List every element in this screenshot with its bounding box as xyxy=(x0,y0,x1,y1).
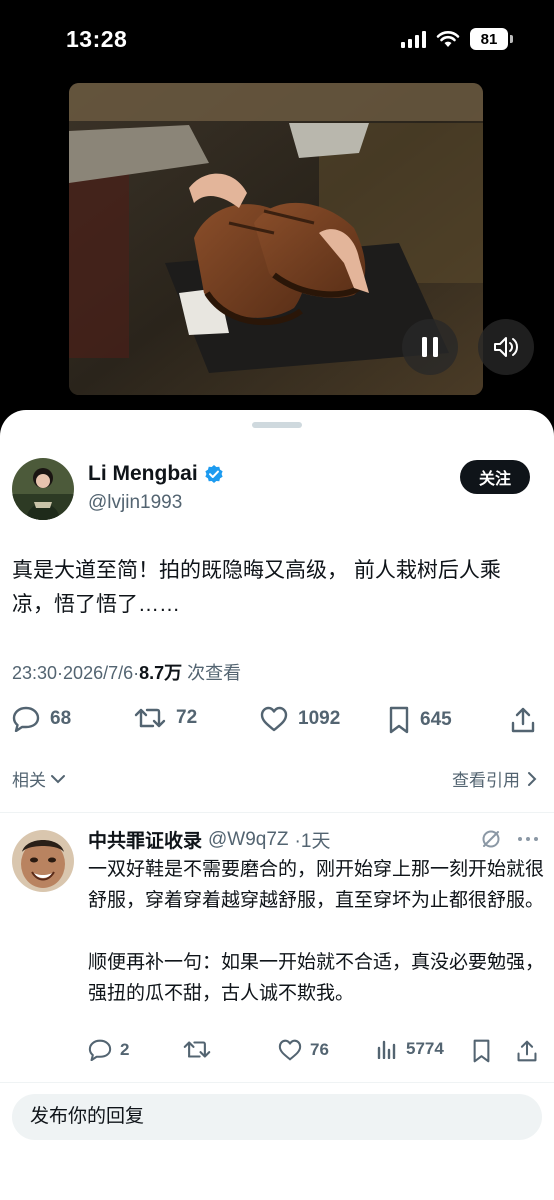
author-avatar[interactable] xyxy=(12,458,74,520)
author-name[interactable]: Li Mengbai xyxy=(88,462,198,486)
pause-icon xyxy=(422,337,438,357)
volume-icon xyxy=(494,337,518,357)
retweet-icon xyxy=(134,708,166,728)
reply-avatar-image xyxy=(12,830,74,892)
reply-like-count: 76 xyxy=(310,1040,329,1059)
reply-paragraph: 一双好鞋是不需要磨合的，刚开始穿上那一刻开始就很舒服，穿着穿着越穿越舒服，直至穿… xyxy=(88,859,545,911)
tweet-video[interactable] xyxy=(69,83,483,395)
follow-button[interactable]: 关注 xyxy=(460,460,530,494)
reply-input[interactable] xyxy=(12,1094,542,1140)
tweet-actions: 68 72 1092 645 xyxy=(12,706,542,736)
status-icons: 81 xyxy=(401,28,513,50)
bookmark-action[interactable]: 645 xyxy=(388,706,452,734)
reply-like-action[interactable]: 76 xyxy=(278,1039,329,1061)
views-count: 8.7万 xyxy=(139,663,183,683)
like-action[interactable]: 1092 xyxy=(260,706,340,732)
related-button[interactable]: 相关 xyxy=(12,766,66,791)
verified-badge-icon xyxy=(205,465,223,483)
share-action[interactable] xyxy=(510,706,536,734)
chevron-right-icon xyxy=(528,771,537,786)
sheet-drag-handle[interactable] xyxy=(252,422,302,428)
reply-actions: 2 76 5774 xyxy=(88,1039,543,1065)
reply-action[interactable]: 68 xyxy=(12,706,71,732)
tweet-meta: 23:30·2026/7/6·8.7万 次查看 xyxy=(12,659,241,685)
author-name-row[interactable]: Li Mengbai xyxy=(88,462,224,486)
bookmark-icon xyxy=(473,1039,490,1063)
view-quotes-label: 查看引用 xyxy=(452,771,520,790)
pause-button[interactable] xyxy=(402,319,458,375)
share-icon xyxy=(517,1040,537,1062)
reply-bookmark-action[interactable] xyxy=(472,1039,491,1063)
reply-icon xyxy=(88,1039,112,1061)
tweet-text: 真是大道至简！拍的既隐晦又高级， 前人栽树后人乘凉，悟了悟了…… xyxy=(12,559,501,616)
chevron-down-icon xyxy=(51,774,65,783)
view-quotes-link[interactable]: 查看引用 xyxy=(452,766,538,791)
reply-icon xyxy=(12,706,40,732)
battery-icon: 81 xyxy=(470,28,513,50)
author-avatar-image xyxy=(12,458,74,520)
divider xyxy=(0,812,554,813)
reply-author-avatar[interactable] xyxy=(12,830,74,892)
reply-count: 68 xyxy=(50,708,72,729)
battery-level: 81 xyxy=(480,30,498,48)
reply-retweet-action[interactable] xyxy=(183,1039,211,1060)
like-icon xyxy=(260,706,288,732)
retweet-icon xyxy=(183,1041,211,1058)
reply-author-handle[interactable]: @W9q7Z xyxy=(208,829,289,851)
views-chart-icon xyxy=(377,1040,396,1059)
like-icon xyxy=(278,1039,302,1061)
reply-paragraph: 顺便再补一句：如果一开始就不合适，真没必要勉强，强扭的瓜不甜，古人诚不欺我。 xyxy=(88,952,545,1004)
reply-reply-action[interactable]: 2 xyxy=(88,1039,129,1061)
views-label: 次查看 xyxy=(187,663,242,683)
status-bar: 13:28 81 xyxy=(0,0,554,80)
share-icon xyxy=(511,707,535,733)
divider xyxy=(0,1082,554,1083)
volume-button[interactable] xyxy=(478,319,534,375)
reply-compose-box[interactable] xyxy=(12,1094,542,1140)
reply-views-action[interactable]: 5774 xyxy=(376,1039,444,1059)
reply-tools xyxy=(480,828,540,850)
more-options-icon[interactable] xyxy=(516,835,540,843)
wifi-icon xyxy=(436,31,460,47)
like-count: 1092 xyxy=(298,708,341,729)
reply-time: ·1天 xyxy=(294,831,331,852)
reply-header: 中共罪证收录 @W9q7Z ·1天 xyxy=(88,826,330,853)
signal-icon xyxy=(401,30,426,48)
bookmark-icon xyxy=(389,706,409,734)
author-handle[interactable]: @lvjin1993 xyxy=(88,492,182,514)
reply-text: 一双好鞋是不需要磨合的，刚开始穿上那一刻开始就很舒服，穿着穿着越穿越舒服，直至穿… xyxy=(88,854,544,1009)
retweet-action[interactable]: 72 xyxy=(134,706,197,730)
reply-views-count: 5774 xyxy=(406,1039,444,1058)
reply-author-name[interactable]: 中共罪证收录 xyxy=(88,826,202,853)
status-time: 13:28 xyxy=(66,26,128,52)
retweet-count: 72 xyxy=(176,707,198,728)
reply-share-action[interactable] xyxy=(516,1039,538,1063)
tweet-date[interactable]: 2026/7/6 xyxy=(63,663,133,683)
tweet-time[interactable]: 23:30 xyxy=(12,663,57,683)
grok-icon[interactable] xyxy=(480,828,502,850)
reply-reply-count: 2 xyxy=(120,1040,130,1059)
tweet-detail-sheet: Li Mengbai @lvjin1993 关注 真是大道至简！拍的既隐晦又高级… xyxy=(0,410,554,1200)
related-label: 相关 xyxy=(12,771,46,790)
bookmark-count: 645 xyxy=(420,709,452,730)
